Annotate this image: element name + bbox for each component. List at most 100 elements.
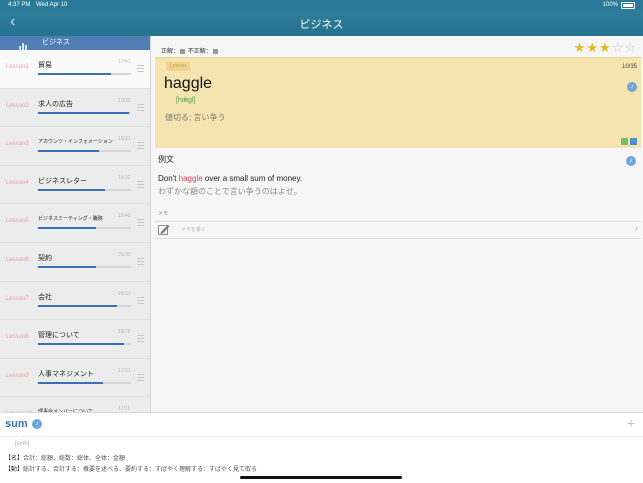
reorder-icon[interactable] xyxy=(137,142,144,151)
memo-row[interactable]: メモを書く › xyxy=(155,221,641,239)
example-speaker-icon[interactable]: ♪ xyxy=(626,156,636,166)
book-icon xyxy=(19,38,29,52)
example-section: 例文 ♪ Don't haggle over a small sum of mo… xyxy=(158,154,638,197)
flag-icon[interactable] xyxy=(621,138,628,145)
reorder-icon[interactable] xyxy=(137,257,144,267)
lesson-count: 15/31 xyxy=(118,136,131,143)
reorder-icon[interactable] xyxy=(137,65,144,74)
lesson-count: 26/30 xyxy=(118,251,131,258)
lesson-count: 24/31 xyxy=(118,290,131,297)
lesson-name: 管理について xyxy=(38,332,80,340)
lesson-progress xyxy=(38,343,131,346)
page-title: ビジネス xyxy=(299,19,344,31)
lesson-name: 契約 xyxy=(38,254,52,262)
dictionary-speaker-icon[interactable]: ♪ xyxy=(32,419,42,429)
home-indicator[interactable] xyxy=(240,476,402,479)
star-icon[interactable]: ★ xyxy=(574,40,587,55)
lesson-progress xyxy=(38,381,131,384)
reorder-icon[interactable] xyxy=(137,373,144,383)
lesson-name: ビジネスレター xyxy=(38,177,87,185)
lesson-number: Lesson5 xyxy=(6,218,29,225)
example-english: Don't haggle over a small sum of money. xyxy=(158,174,638,183)
lesson-name: 人事マネジメント xyxy=(38,370,94,378)
lesson-list: Lesson1 貿易 17/41 Lesson2 求人の広告 10/35 Lesson3 アカ… xyxy=(0,50,150,412)
star-rating[interactable]: ★★★☆☆ xyxy=(574,40,637,56)
memo-label: メモ xyxy=(158,211,169,217)
lesson-item[interactable]: Lesson5 ビジネスミーティング・職務 16/40 xyxy=(0,204,150,243)
star-icon[interactable]: ☆ xyxy=(624,40,637,55)
example-header: 例文 xyxy=(158,155,174,164)
incorrect-label: 不正解： xyxy=(187,49,212,55)
lesson-item[interactable]: Lesson1 貿易 17/41 xyxy=(0,50,150,89)
lesson-count: 16/32 xyxy=(118,174,131,181)
lesson-progress-fill xyxy=(38,381,104,384)
lesson-number: Lesson3 xyxy=(6,141,29,148)
score-summary: 正解： 不正解： xyxy=(161,46,219,55)
lesson-name: 求人の広告 xyxy=(38,100,73,108)
word-card[interactable]: Lesson 10/35 haggle [hǽgl] 値切る; 言い争う ♪ xyxy=(155,57,641,148)
lesson-sidebar: ビジネス Lesson1 貿易 17/41 Lesson2 求人の広告 10/35 Less… xyxy=(0,36,151,412)
lesson-count: 17/41 xyxy=(118,59,131,65)
lesson-progress-fill xyxy=(38,150,100,153)
memo-placeholder: メモを書く xyxy=(181,227,207,233)
lesson-progress-fill xyxy=(38,304,118,307)
star-icon[interactable]: ★ xyxy=(599,40,612,55)
dictionary-pronunciation: [sʌ́m] xyxy=(15,441,30,447)
dictionary-word: sum xyxy=(5,418,28,430)
lesson-progress-fill xyxy=(38,227,96,230)
correct-box xyxy=(180,48,186,54)
lesson-item[interactable]: Lesson4 ビジネスレター 16/32 xyxy=(0,166,150,205)
lesson-item[interactable]: Lesson6 契約 26/30 xyxy=(0,243,150,282)
lesson-progress-fill xyxy=(38,188,105,191)
sidebar-header-label: ビジネス xyxy=(42,39,70,46)
lesson-number: Lesson1 xyxy=(6,64,29,70)
speaker-icon[interactable]: ♪ xyxy=(627,82,637,92)
lesson-item[interactable]: Lesson10理事会メンバーについて17/11 xyxy=(0,397,150,412)
add-icon[interactable]: + xyxy=(627,415,635,431)
pencil-icon xyxy=(158,225,170,235)
card-tag: Lesson xyxy=(166,62,190,71)
lesson-number: Lesson9 xyxy=(6,372,29,379)
lesson-progress xyxy=(38,265,131,268)
lesson-progress xyxy=(38,227,131,230)
card-meaning: 値切る; 言い争う xyxy=(165,113,226,122)
lesson-progress-fill xyxy=(38,111,130,114)
incorrect-box xyxy=(212,48,218,54)
definition-verb: 【動】総計する、合計する：概要を述べる、要約する：すばやく理解する：すばやく見て… xyxy=(5,464,257,473)
reorder-icon[interactable] xyxy=(137,219,144,228)
pos-verb: 【動】 xyxy=(5,467,24,473)
bookmark-icon[interactable] xyxy=(630,138,637,145)
lesson-item[interactable]: Lesson3 アカウンツ・インフォメーション 15/31 xyxy=(0,127,150,166)
lesson-count: 16/40 xyxy=(118,213,131,220)
lesson-progress xyxy=(38,111,131,114)
definition-noun: 【名】合計：総額、総数：総体、全体：金額 xyxy=(5,453,125,462)
lesson-item[interactable]: Lesson9 人事マネジメント 17/31 xyxy=(0,359,150,398)
status-right: 100% xyxy=(603,0,635,10)
lesson-number: Lesson7 xyxy=(6,295,29,302)
example-en-before: Don't xyxy=(158,174,179,183)
sidebar-header: ビジネス xyxy=(0,36,150,52)
lesson-item[interactable]: Lesson8 管理について 18/28 xyxy=(0,320,150,359)
star-icon[interactable]: ★ xyxy=(586,40,599,55)
card-word: haggle xyxy=(164,75,213,92)
lesson-item[interactable]: Lesson2 求人の広告 10/35 xyxy=(0,89,150,128)
divider xyxy=(0,436,643,437)
main-panel: 正解： 不正解： ★★★☆☆ Lesson 10/35 haggle [hǽgl… xyxy=(151,36,643,412)
battery-icon xyxy=(621,1,635,9)
lesson-name: ビジネスミーティング・職務 xyxy=(38,216,103,223)
star-icon[interactable]: ☆ xyxy=(612,40,625,55)
reorder-icon[interactable] xyxy=(137,296,144,306)
reorder-icon[interactable] xyxy=(137,103,144,113)
reorder-icon[interactable] xyxy=(137,335,144,344)
lesson-count: 17/31 xyxy=(118,367,131,374)
reorder-icon[interactable] xyxy=(137,180,144,190)
example-en-highlight: haggle xyxy=(178,174,203,183)
chevron-right-icon: › xyxy=(634,223,638,234)
dictionary-panel: sum ♪ + [sʌ́m] 【名】合計：総額、総数：総体、全体：金額 【動】総… xyxy=(0,412,643,483)
lesson-progress xyxy=(38,304,131,307)
example-en-after: over a small sum of money. xyxy=(202,174,303,183)
definition-verb-text: 総計する、合計する：概要を述べる、要約する：すばやく理解する：すばやく見て取る xyxy=(23,467,258,473)
status-time: 4:37 PM xyxy=(8,2,31,8)
lesson-item[interactable]: Lesson7 会社 24/31 xyxy=(0,282,150,321)
lesson-progress xyxy=(38,150,131,153)
